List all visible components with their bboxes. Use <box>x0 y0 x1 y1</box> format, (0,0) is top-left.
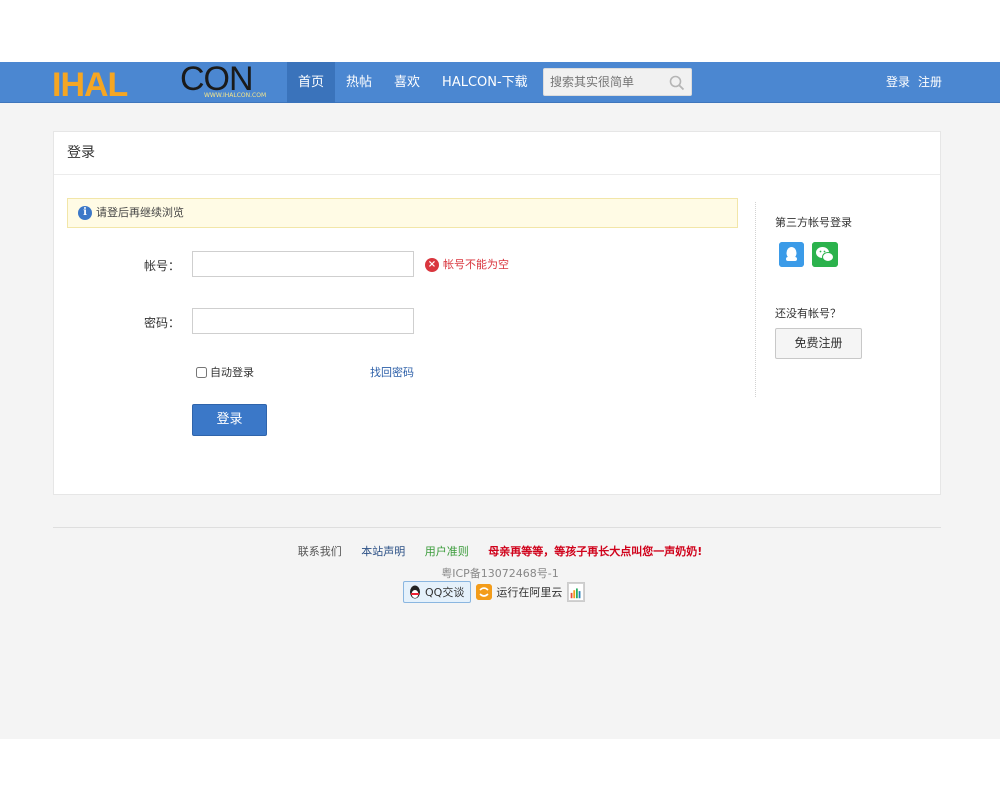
footer-links: 联系我们 本站声明 用户准则 母亲再等等，等孩子再长大点叫您一声奶奶! <box>0 543 1000 559</box>
qq-chat-badge[interactable]: QQ交谈 <box>403 581 472 603</box>
notice-text: 请登后再继续浏览 <box>96 206 184 219</box>
free-register-button[interactable]: 免费注册 <box>775 328 862 359</box>
nav-item-like[interactable]: 喜欢 <box>383 62 431 103</box>
header-register-link[interactable]: 注册 <box>918 62 942 103</box>
account-error: × 帐号不能为空 <box>425 257 509 273</box>
error-icon: × <box>425 258 439 272</box>
nav-item-hot[interactable]: 热帖 <box>335 62 383 103</box>
login-notice: i 请登后再继续浏览 <box>67 198 738 228</box>
logo-url-text: WWW.IHALCON.COM <box>204 92 267 99</box>
aliyun-badge[interactable]: 运行在阿里云 <box>476 584 562 600</box>
footer-contact-link[interactable]: 联系我们 <box>298 545 342 558</box>
account-input[interactable] <box>192 251 414 277</box>
third-party-title: 第三方帐号登录 <box>775 216 852 229</box>
logo-text-right: CON <box>180 60 254 98</box>
auto-login-checkbox[interactable] <box>196 366 207 378</box>
site-logo[interactable]: IHAL CON WWW.IHALCON.COM <box>52 60 276 104</box>
password-input[interactable] <box>192 308 414 334</box>
auth-links: 登录 注册 <box>886 62 942 103</box>
nav-item-download[interactable]: HALCON-下载 <box>431 62 539 103</box>
search-input[interactable] <box>544 69 664 95</box>
info-icon: i <box>78 206 92 220</box>
footer-divider <box>53 527 941 528</box>
header-login-link[interactable]: 登录 <box>886 62 910 103</box>
login-button[interactable]: 登录 <box>192 404 267 436</box>
qq-chat-label: QQ交谈 <box>425 586 465 599</box>
footer-badges: QQ交谈 运行在阿里云 <box>403 580 586 604</box>
main-nav: 首页 热帖 喜欢 HALCON-下载 <box>287 62 539 103</box>
logo-text-left: IHAL <box>52 66 128 104</box>
auto-login[interactable]: 自动登录 <box>196 364 254 380</box>
no-account-text: 还没有帐号？ <box>775 307 841 320</box>
footer-slogan-link[interactable]: 母亲再等等，等孩子再长大点叫您一声奶奶! <box>488 545 702 558</box>
wechat-icon[interactable] <box>812 242 838 267</box>
footer-statement-link[interactable]: 本站声明 <box>361 545 405 558</box>
search-box <box>543 68 692 96</box>
icp-number[interactable]: 粤ICP备13072468号-1 <box>0 565 1000 581</box>
top-header: IHAL CON WWW.IHALCON.COM 首页 热帖 喜欢 HALCON… <box>0 62 1000 103</box>
aliyun-icon <box>476 584 493 600</box>
nav-item-home[interactable]: 首页 <box>287 62 336 103</box>
penguin-icon <box>410 585 420 599</box>
panel-title: 登录 <box>54 132 940 175</box>
password-label: 密码： <box>143 316 180 330</box>
search-icon[interactable] <box>669 75 685 91</box>
account-label: 帐号： <box>143 259 180 273</box>
vertical-divider <box>755 202 756 397</box>
footer-rules-link[interactable]: 用户准则 <box>425 545 469 558</box>
qq-icon[interactable] <box>779 242 804 267</box>
aliyun-label: 运行在阿里云 <box>496 586 563 599</box>
stats-icon[interactable] <box>567 582 586 602</box>
login-panel: 登录 i 请登后再继续浏览 帐号： × 帐号不能为空 密码： 自动登录 找回密码… <box>53 131 941 495</box>
account-error-text: 帐号不能为空 <box>443 258 509 271</box>
forgot-password-link[interactable]: 找回密码 <box>370 364 414 380</box>
auto-login-label: 自动登录 <box>210 366 254 379</box>
